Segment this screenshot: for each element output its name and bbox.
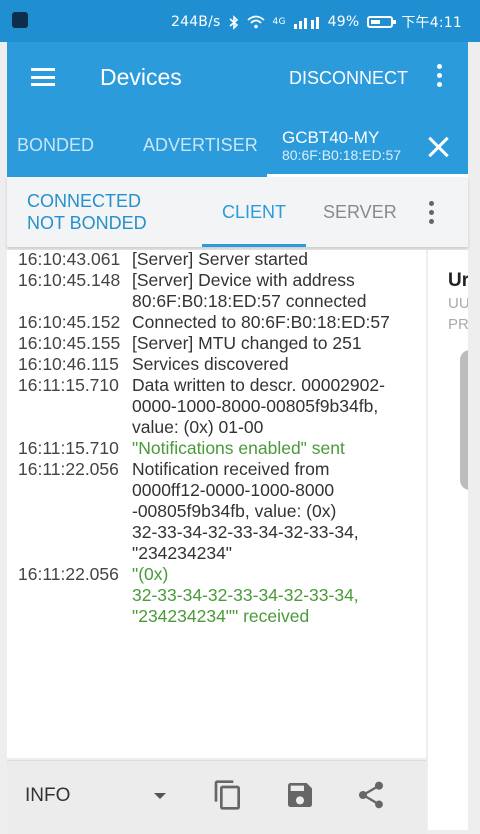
log-message: "234234234"" received bbox=[132, 606, 310, 626]
bond-state: NOT BONDED bbox=[27, 213, 147, 233]
log-line: 16:11:15.710 Data written to descr. 00002… bbox=[18, 375, 385, 396]
log-message: Data written to descr. 00002902- bbox=[132, 375, 385, 395]
log-message: "234234234" bbox=[132, 543, 233, 563]
subtab-indicator bbox=[202, 244, 306, 247]
log-timestamp bbox=[18, 417, 132, 438]
status-bar: 244B/s 4G 49% 下午4:11 bbox=[0, 0, 480, 42]
log-line: 80:6F:B0:18:ED:57 connected bbox=[18, 291, 366, 312]
signal-icon bbox=[293, 17, 319, 29]
log-message: value: (0x) 01-00 bbox=[132, 417, 264, 437]
log-line: 16:11:22.056 Notification received from bbox=[18, 459, 329, 480]
log-timestamp bbox=[18, 396, 132, 417]
log-line: 16:10:46.115 Services discovered bbox=[18, 354, 289, 375]
log-message: -00805f9b34fb, value: (0x) bbox=[132, 501, 337, 521]
log-message: 32-33-34-32-33-34-32-33-34, bbox=[132, 522, 359, 542]
service-card[interactable] bbox=[460, 350, 468, 490]
log-timestamp: 16:10:45.155 bbox=[18, 333, 121, 353]
connection-overflow-icon[interactable] bbox=[429, 201, 435, 229]
connection-state: CONNECTED bbox=[27, 191, 142, 211]
log-message: "Notifications enabled" sent bbox=[132, 438, 345, 458]
log-line: 16:11:22.056 "(0x) bbox=[18, 564, 168, 585]
bluetooth-icon bbox=[229, 14, 238, 30]
close-icon[interactable] bbox=[425, 134, 451, 160]
app-notification-icon bbox=[12, 12, 28, 28]
tab-client[interactable]: CLIENT bbox=[222, 202, 286, 223]
disconnect-button[interactable]: DISCONNECT bbox=[289, 68, 408, 89]
log-line: -00805f9b34fb, value: (0x) bbox=[18, 501, 336, 522]
log-message: 0000-1000-8000-00805f9b34fb, bbox=[132, 396, 379, 416]
log-message: 80:6F:B0:18:ED:57 connected bbox=[132, 291, 367, 311]
log-message: [Server] Device with address bbox=[132, 270, 355, 290]
service-property: PR bbox=[448, 316, 468, 333]
log-message: [Server] MTU changed to 251 bbox=[132, 333, 362, 353]
log-message: 32-33-34-32-33-34-32-33-34, bbox=[132, 585, 359, 605]
log-message: Services discovered bbox=[132, 354, 289, 374]
log-timestamp: 16:11:15.710 bbox=[18, 438, 119, 458]
service-title: Ur bbox=[448, 270, 468, 291]
overflow-menu-icon[interactable] bbox=[437, 64, 443, 92]
log-timestamp bbox=[18, 480, 132, 501]
log-line: 32-33-34-32-33-34-32-33-34, bbox=[18, 522, 359, 543]
log-line: 0000ff12-0000-1000-8000 bbox=[18, 480, 334, 501]
log-timestamp: 16:11:22.056 bbox=[18, 564, 119, 584]
log-message: [Server] Server started bbox=[132, 250, 309, 269]
log-line: 16:10:43.061 [Server] Server started bbox=[18, 250, 308, 270]
log-line: 16:10:45.152 Connected to 80:6F:B0:18:ED:… bbox=[18, 312, 390, 333]
log-line: 0000-1000-8000-00805f9b34fb, bbox=[18, 396, 378, 417]
battery-icon bbox=[367, 16, 397, 28]
device-name: GCBT40-MY bbox=[282, 128, 380, 147]
log-panel[interactable]: 16:10:43.061 [Server] Server started 16:10… bbox=[7, 250, 426, 758]
log-timestamp: 16:10:46.115 bbox=[18, 354, 119, 374]
services-panel: Ur UU PR bbox=[428, 250, 468, 830]
log-line: 16:10:45.155 [Server] MTU changed to 251 bbox=[18, 333, 362, 354]
dropdown-arrow-icon[interactable] bbox=[154, 793, 166, 799]
log-line: "234234234" bbox=[18, 543, 232, 564]
service-uuid: UU bbox=[448, 295, 468, 312]
log-timestamp: 16:11:22.056 bbox=[18, 459, 119, 479]
log-toolbar: INFO bbox=[7, 760, 426, 834]
page-title: Devices bbox=[100, 64, 182, 90]
network-speed: 244B/s bbox=[170, 14, 221, 30]
tab-server[interactable]: SERVER bbox=[323, 202, 397, 223]
log-timestamp: 16:10:43.061 bbox=[18, 250, 121, 269]
tab-advertiser[interactable]: ADVERTISER bbox=[143, 135, 258, 156]
device-address: 80:6F:B0:18:ED:57 bbox=[282, 147, 402, 163]
log-message: 0000ff12-0000-1000-8000 bbox=[132, 480, 335, 500]
log-timestamp bbox=[18, 585, 132, 606]
device-tabs: BONDED ADVERTISER GCBT40-MY 80:6F:B0:18:… bbox=[7, 120, 468, 177]
app-bar: Devices DISCONNECT bbox=[7, 42, 468, 120]
log-line: 32-33-34-32-33-34-32-33-34, bbox=[18, 585, 359, 606]
share-icon[interactable] bbox=[355, 779, 387, 811]
copy-icon[interactable] bbox=[212, 779, 244, 811]
log-line: "234234234"" received bbox=[18, 606, 309, 627]
log-timestamp: 16:10:45.152 bbox=[18, 312, 121, 332]
wifi-icon bbox=[246, 15, 265, 29]
log-line: 16:11:15.710 "Notifications enabled" sent bbox=[18, 438, 345, 459]
log-line: value: (0x) 01-00 bbox=[18, 417, 263, 438]
log-timestamp: 16:10:45.148 bbox=[18, 270, 121, 290]
log-timestamp bbox=[18, 522, 132, 543]
log-timestamp bbox=[18, 291, 132, 312]
log-message: Notification received from bbox=[132, 459, 330, 479]
clock: 下午4:11 bbox=[401, 15, 462, 31]
log-timestamp bbox=[18, 501, 132, 522]
network-type: 4G bbox=[272, 17, 286, 27]
menu-icon[interactable] bbox=[31, 68, 55, 86]
log-line: 16:10:45.148 [Server] Device with address bbox=[18, 270, 355, 291]
status-bar-right: 244B/s 4G 49% 下午4:11 bbox=[171, 12, 462, 32]
log-timestamp: 16:11:15.710 bbox=[18, 375, 119, 395]
log-timestamp bbox=[18, 543, 132, 564]
battery-percent: 49% bbox=[327, 14, 360, 30]
save-icon[interactable] bbox=[284, 779, 316, 811]
connection-bar: CONNECTED NOT BONDED CLIENT SERVER bbox=[7, 177, 468, 247]
log-timestamp bbox=[18, 606, 132, 627]
log-level-select[interactable]: INFO bbox=[25, 785, 70, 807]
log-message: "(0x) bbox=[132, 564, 169, 584]
log-message: Connected to 80:6F:B0:18:ED:57 bbox=[132, 312, 390, 332]
tab-bonded[interactable]: BONDED bbox=[17, 135, 94, 156]
